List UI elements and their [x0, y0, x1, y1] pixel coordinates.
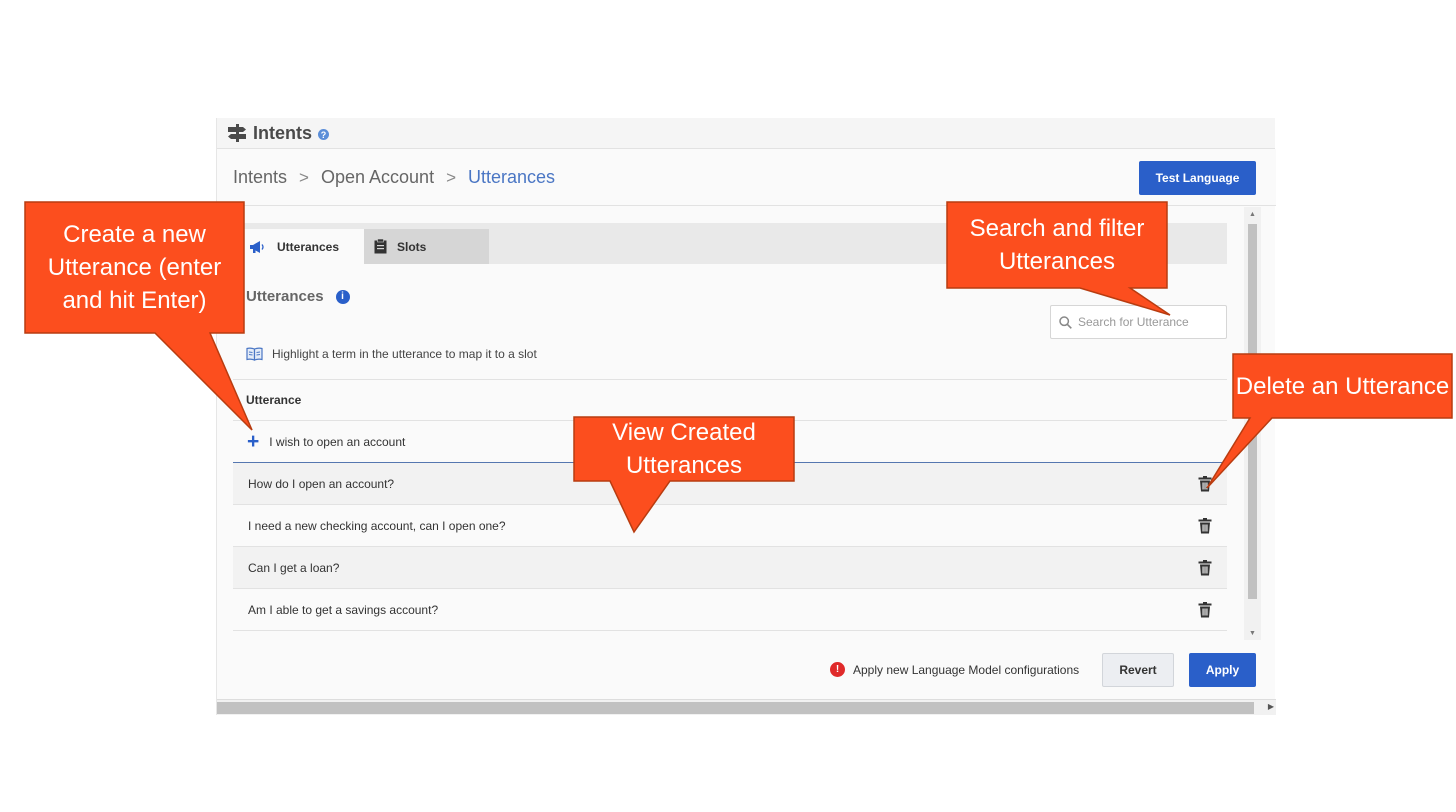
utterance-list: How do I open an account? I need a new c…	[233, 463, 1227, 631]
signpost-icon	[228, 124, 246, 142]
breadcrumb-open-account[interactable]: Open Account	[321, 167, 434, 188]
tab-utterances[interactable]: Utterances	[243, 229, 364, 264]
horizontal-scrollbar[interactable]: ▶	[217, 699, 1276, 715]
app-header: Intents ?	[217, 118, 1275, 149]
scroll-down-arrow[interactable]: ▼	[1244, 626, 1261, 640]
tab-utterances-label: Utterances	[277, 239, 340, 254]
table-row: I need a new checking account, can I ope…	[233, 505, 1227, 547]
tab-slots-label: Slots	[397, 239, 427, 254]
vertical-scrollbar[interactable]: ▲ ▼	[1244, 207, 1261, 640]
slide: Intents ? Intents > Open Account > Utter…	[0, 0, 1456, 812]
utterance-text: I need a new checking account, can I ope…	[248, 518, 506, 533]
callout-delete: Delete an Utterance	[1235, 372, 1450, 400]
plus-icon: +	[247, 430, 260, 453]
scroll-up-arrow[interactable]: ▲	[1244, 207, 1261, 221]
utterance-text: How do I open an account?	[248, 476, 395, 491]
divider	[233, 379, 1227, 380]
info-icon[interactable]: i	[335, 289, 350, 304]
breadcrumb-separator: >	[299, 167, 309, 187]
slot-hint-text: Highlight a term in the utterance to map…	[272, 347, 537, 361]
slot-hint: Highlight a term in the utterance to map…	[246, 347, 537, 361]
search-box[interactable]	[1050, 305, 1227, 339]
breadcrumb: Intents > Open Account > Utterances	[233, 167, 555, 188]
tab-slots[interactable]: Slots	[364, 229, 489, 264]
clipboard-icon	[374, 239, 387, 254]
trash-icon[interactable]	[1198, 517, 1212, 534]
footer-bar: ! Apply new Language Model configuration…	[217, 648, 1276, 698]
revert-button[interactable]: Revert	[1102, 653, 1174, 687]
apply-button[interactable]: Apply	[1189, 653, 1256, 687]
test-language-button[interactable]: Test Language	[1139, 161, 1256, 195]
search-input[interactable]	[1078, 315, 1218, 329]
table-row: Am I able to get a savings account?	[233, 589, 1227, 631]
utterance-text: Am I able to get a savings account?	[248, 602, 439, 617]
apply-warning: ! Apply new Language Model configuration…	[830, 662, 1079, 677]
breadcrumb-intents[interactable]: Intents	[233, 167, 287, 188]
breadcrumb-utterances: Utterances	[468, 167, 556, 187]
trash-icon[interactable]	[1198, 475, 1212, 492]
trash-icon[interactable]	[1198, 601, 1212, 618]
book-icon	[246, 347, 263, 361]
trash-icon[interactable]	[1198, 559, 1212, 576]
utterance-column-header: Utterance	[246, 393, 302, 407]
app-title: Intents	[253, 122, 313, 143]
callout-create: Create a new Utterance (enter and hit En…	[47, 221, 222, 314]
breadcrumb-separator: >	[446, 167, 457, 187]
table-row: Can I get a loan?	[233, 547, 1227, 589]
callout-search: Search and filter Utterances	[969, 215, 1145, 275]
section-title-text: Utterances	[246, 288, 324, 305]
scroll-right-arrow[interactable]: ▶	[1268, 702, 1274, 711]
megaphone-icon	[250, 240, 264, 253]
warning-icon: !	[830, 662, 845, 677]
apply-warning-text: Apply new Language Model configurations	[853, 662, 1080, 677]
utterance-text: Can I get a loan?	[248, 560, 340, 575]
scroll-thumb[interactable]	[217, 702, 1254, 714]
search-icon	[1059, 315, 1072, 329]
section-title: Utterances i	[246, 288, 350, 305]
help-icon[interactable]: ?	[318, 129, 330, 140]
callout-view: View Created Utterances	[612, 419, 756, 479]
